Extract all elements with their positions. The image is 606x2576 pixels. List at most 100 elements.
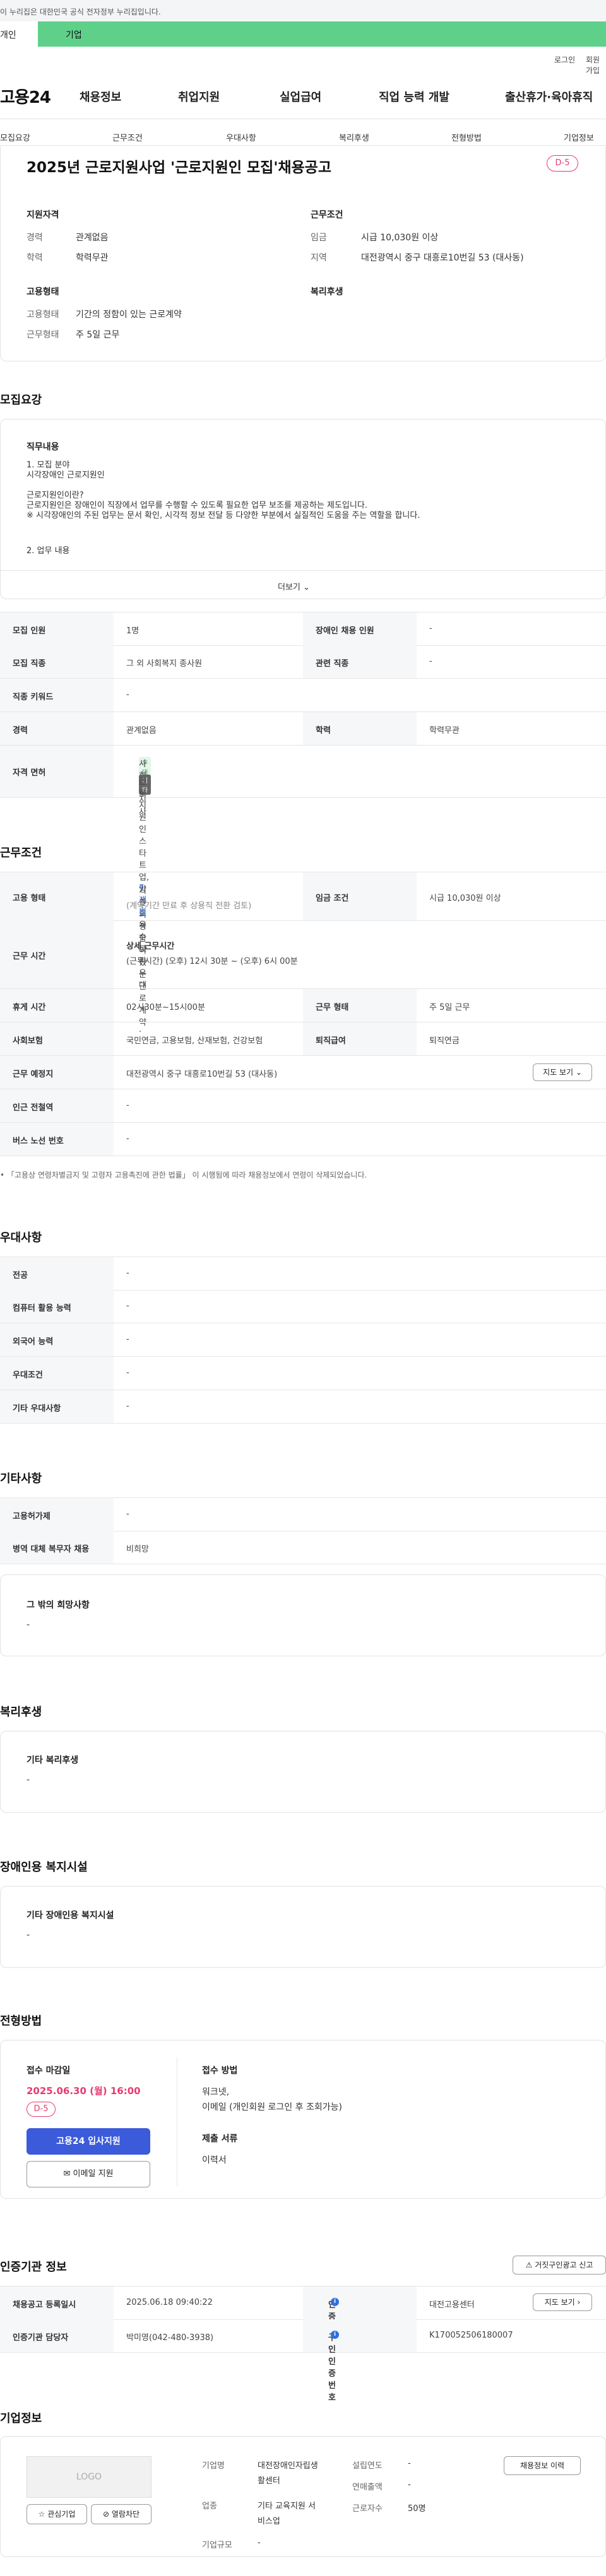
age-notice: • 「고용상 연령차별금지 및 고령자 고용촉진에 관한 법률」 이 시행됨에 … [0, 1171, 367, 1180]
table-row: 인증기관 담당자 박미영(042-480-3938) 구인인증번호i K1700… [0, 2319, 606, 2403]
block-company-button[interactable]: ⊘ 열람차단 [91, 2504, 152, 2524]
table-row: 모집 직종 그 외 사회복지 종사원 관련 직종 - [0, 645, 606, 679]
row-value: 학력무관 [429, 726, 460, 735]
row-label: 학력 [316, 726, 331, 735]
table-row: 경력 관계없음 학력 학력무관 [0, 712, 606, 746]
table-row: 기타 우대사항 - [0, 1390, 606, 1424]
gnb-item-leave[interactable]: 출산휴가·육아휴직 [505, 88, 593, 105]
work-type-value: 주 5일 근무 [76, 330, 120, 340]
info-icon[interactable]: i [331, 2298, 339, 2306]
row-label: 근무 예정지 [13, 1070, 54, 1079]
row-value: 1명 [126, 626, 140, 636]
section-company-heading: 기업정보 [0, 2412, 42, 2425]
docs-value: 이력서 [202, 2155, 227, 2165]
anchor-company[interactable]: 기업정보 [564, 131, 594, 143]
site-tabs: 개인 기업 [0, 21, 606, 47]
industry-label: 업종 [202, 2502, 217, 2511]
row-value: 그 외 사회복지 종사원 [126, 659, 203, 669]
tab-corporate-label: 기업 [66, 30, 82, 40]
divider [1, 570, 604, 571]
email-apply-button[interactable]: ✉ 이메일 지원 [27, 2161, 150, 2187]
section-facility-heading: 장애인용 복지시설 [0, 1861, 88, 1874]
deadline-value: 2025.06.30 (월) 16:00 [27, 2085, 141, 2097]
section-recruit-heading: 모집요강 [0, 394, 42, 407]
area-label: 지역 [311, 253, 327, 263]
gov-notice-bar: 이 누리집은 대한민국 공식 전자정부 누리집입니다. [0, 0, 606, 21]
edu-label: 학력 [27, 253, 43, 263]
section-preferences-heading: 우대사항 [0, 1231, 42, 1244]
row-value: - [126, 690, 129, 700]
row-label: 근무 시간 [13, 952, 46, 961]
agency-map-button[interactable]: 지도 보기 › [533, 2293, 592, 2311]
employees-value: 50명 [408, 2504, 426, 2514]
row-label: 고용 형태 [13, 894, 46, 903]
deadline-heading: 접수 마감일 [27, 2066, 71, 2076]
report-button[interactable]: ⚠ 거짓구인광고 신고 [513, 2256, 606, 2274]
row-label: 인근 전철역 [13, 1103, 54, 1113]
other-wish-heading: 그 밖의 희망사항 [27, 1600, 90, 1610]
anchor-conditions[interactable]: 근무조건 [112, 131, 143, 143]
table-row: 외국어 능력 - [0, 1323, 606, 1357]
table-row: 전공 - [0, 1256, 606, 1291]
industry-value-2: 비스업 [258, 2517, 280, 2526]
email-apply-label: 이메일 지원 [73, 2169, 114, 2179]
table-row: 버스 노선 번호 - [0, 1123, 606, 1156]
login-link[interactable]: 로그인 [554, 54, 575, 65]
history-button[interactable]: 채용정보 이력 [504, 2456, 581, 2475]
site-logo[interactable]: 고용24 [0, 85, 51, 108]
company-logo-placeholder: LOGO [27, 2456, 152, 2498]
row-label: 임금 조건 [316, 894, 349, 903]
job-line: 2. 업무 내용 [27, 546, 70, 556]
gnb-item-training[interactable]: 직업 능력 개발 [379, 88, 449, 105]
license-item: 기타 근로지원인 스타트업, 양성교육수료자우대 [126, 775, 152, 990]
row-value: 02시30분~15시00분 [126, 1003, 205, 1012]
page-title: 2025년 근로지원사업 '근로지원인 모집'채용공고 [27, 160, 331, 176]
wage-label: 임금 [311, 233, 327, 243]
table-row: 근무 예정지 대전광역시 중구 대흥로10번길 53 (대사동) [0, 1056, 606, 1089]
row-value: - [126, 1509, 129, 1519]
anchor-preferences[interactable]: 우대사항 [226, 131, 256, 143]
gnb-item-jobs[interactable]: 채용정보 [80, 88, 121, 105]
docs-heading: 제출 서류 [202, 2134, 238, 2144]
row-value: - [126, 1134, 129, 1144]
map-button[interactable]: 지도 보기 ⌄ [533, 1063, 592, 1081]
favorite-company-button[interactable]: ☆ 관심기업 [27, 2504, 87, 2524]
map-button-label: 지도 보기 [543, 1068, 574, 1077]
company-name-value-2: 활센터 [258, 2476, 280, 2486]
apply-button[interactable]: 고용24 입사지원 [27, 2128, 150, 2155]
edu-value: 학력무관 [76, 253, 109, 263]
gnb-item-unemployment[interactable]: 실업급여 [280, 88, 321, 105]
row-label: 컴퓨터 활용 능력 [13, 1304, 71, 1313]
row-label: 휴게 시간 [13, 1003, 46, 1012]
block-icon: ⊘ [102, 2510, 110, 2519]
tab-corporate[interactable]: 기업 [38, 21, 606, 47]
row-label: 버스 노선 번호 [13, 1137, 64, 1146]
more-button[interactable]: 더보기 ⌄ [278, 580, 310, 592]
row-label: 외국어 능력 [13, 1337, 54, 1347]
anchor-welfare[interactable]: 복리후생 [339, 131, 369, 143]
info-icon[interactable]: i [331, 2331, 339, 2339]
block-label: 열람차단 [111, 2510, 140, 2519]
row-label: 근무 형태 [316, 1003, 349, 1012]
table-row: 채용공고 등록일시 2025.06.18 09:40:22 인증기관i 대전고용… [0, 2286, 606, 2346]
tab-personal[interactable]: 개인 [0, 21, 38, 47]
company-size-label: 기업규모 [202, 2541, 232, 2550]
company-size-value: - [258, 2538, 261, 2548]
row-label: 모집 인원 [13, 626, 46, 636]
row-label: 퇴직급여 [316, 1036, 346, 1046]
sales-value: - [408, 2480, 411, 2490]
row-value: 대전광역시 중구 대흥로10번길 53 (대사동) [126, 1070, 278, 1079]
anchor-process[interactable]: 전형방법 [451, 131, 482, 143]
anchor-recruit[interactable]: 모집요강 [0, 131, 30, 143]
condition-heading: 근무조건 [311, 210, 343, 220]
table-row: 사회보험 국민연금, 고용보험, 산재보험, 건강보험 퇴직급여 퇴직연금 [0, 1022, 606, 1056]
row-label: 채용공고 등록일시 [13, 2300, 76, 2310]
join-link[interactable]: 회원가입 [586, 54, 606, 76]
sales-label: 연매출액 [352, 2483, 383, 2492]
table-row: 근무 시간 상세 근무시간 (근무시간) (오후) 12시 30분 ~ (오후)… [0, 920, 606, 989]
career-label: 경력 [27, 233, 43, 243]
chevron-down-icon: ⌄ [303, 583, 310, 592]
wage-value: 시급 10,030원 이상 [361, 233, 439, 243]
row-value: - [126, 1301, 129, 1311]
gnb-item-employment-support[interactable]: 취업지원 [178, 88, 220, 105]
